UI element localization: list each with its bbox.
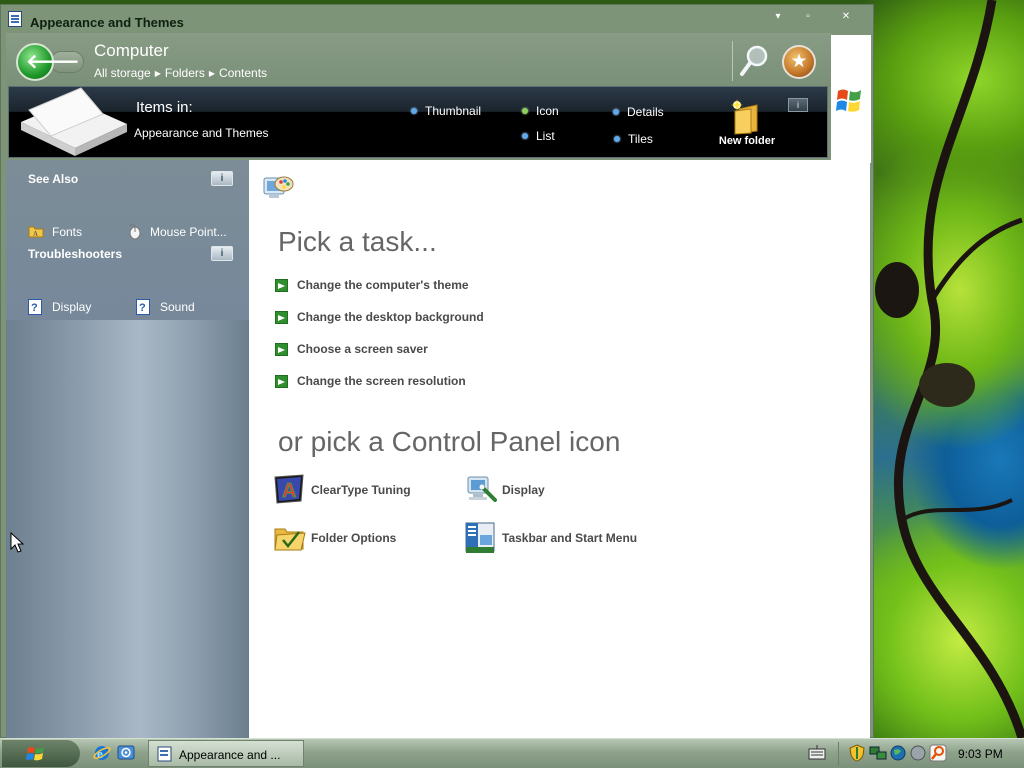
open-box-icon (21, 87, 127, 156)
pick-task-heading: Pick a task... (278, 226, 437, 257)
task-label: Change the computer's theme (297, 278, 469, 292)
content-area: Pick a task... Change the computer's the… (249, 160, 870, 738)
new-folder-icon (731, 99, 758, 135)
search-button[interactable] (738, 43, 770, 79)
breadcrumb-separator-icon: ▶ (154, 69, 161, 78)
windows-flag-icon (26, 747, 44, 761)
breadcrumb: All storage ▶ Folders ▶ Contents (94, 66, 267, 80)
explorer-window: Appearance and Themes ▾ ▫ ✕ 🡐 Computer A… (0, 4, 874, 740)
green-arrow-icon (275, 343, 288, 356)
title-bar[interactable]: Appearance and Themes ▾ ▫ ✕ (1, 5, 873, 35)
green-arrow-icon (275, 279, 288, 292)
see-also-heading: See Also (28, 172, 79, 186)
view-toolbar: Items in: Appearance and Themes Thumbnai… (8, 86, 828, 158)
troubleshooters-heading: Troubleshooters (28, 247, 123, 261)
sidebar-item-label: Display (52, 300, 92, 314)
taskbar-button-appearance[interactable]: Appearance and ... (148, 740, 304, 767)
magnifier-icon (740, 45, 768, 76)
cpl-label: Folder Options (311, 531, 397, 545)
sidebar-item-label: Fonts (52, 225, 83, 239)
breadcrumb-contents[interactable]: Contents (219, 66, 267, 80)
appearance-themes-icon (263, 176, 294, 198)
search-tray-icon[interactable] (929, 744, 947, 762)
wallpaper-branch (875, 0, 1024, 738)
back-arrow-icon: 🡐 (26, 51, 80, 73)
folder-options-icon (274, 528, 306, 551)
green-arrow-icon (275, 375, 288, 388)
fonts-folder-icon: A (28, 226, 44, 238)
keyboard-icon[interactable] (808, 745, 826, 761)
network-icon[interactable] (869, 744, 887, 762)
internet-explorer-icon[interactable]: e (93, 744, 111, 762)
taskbar-icon (465, 522, 495, 553)
pick-icon-heading: or pick a Control Panel icon (278, 426, 621, 457)
system-status-icon[interactable] (909, 744, 927, 762)
display-icon (467, 476, 497, 502)
security-shield-icon[interactable] (848, 744, 866, 762)
cpl-label: Display (502, 483, 545, 497)
svg-text:?: ? (31, 302, 38, 314)
cpl-label: Taskbar and Start Menu (502, 531, 638, 545)
window-title: Appearance and Themes (30, 15, 184, 30)
view-icon-option[interactable]: Icon (522, 104, 559, 118)
new-folder-button[interactable]: New folder (709, 97, 785, 151)
sidebar-item-label: Sound (160, 300, 195, 314)
globe-icon[interactable] (889, 744, 907, 762)
breadcrumb-all-storage[interactable]: All storage (94, 66, 151, 80)
sidebar-item-label: Mouse Point... (150, 225, 227, 239)
task-pane: See Also i A Fonts Mouse Point... Troubl… (6, 160, 249, 740)
clock: 9:03 PM (958, 747, 1003, 761)
see-also-info-button[interactable]: i (211, 171, 233, 186)
cleartype-icon: A (274, 474, 304, 504)
control-panel-icon (157, 746, 172, 762)
taskbar-button-label: Appearance and ... (179, 748, 281, 762)
toolbar-info-button[interactable]: i (788, 98, 808, 112)
location-title: Computer (94, 41, 169, 60)
back-button[interactable]: 🡐 (16, 43, 80, 81)
control-panel-icon (8, 11, 22, 27)
tray-divider (838, 742, 839, 766)
task-label: Change the screen resolution (297, 374, 466, 388)
task-label: Change the desktop background (297, 310, 484, 324)
divider (732, 41, 733, 81)
taskbar: e Appearance and ... 9:03 PM (0, 738, 1024, 768)
troubleshooters-info-button[interactable]: i (211, 246, 233, 261)
svg-text:A: A (33, 230, 38, 238)
breadcrumb-separator-icon: ▶ (208, 69, 216, 78)
navigation-bar: 🡐 Computer All storage ▶ Folders ▶ Contents … (6, 33, 832, 88)
windows-logo-icon (836, 89, 861, 112)
mouse-icon (129, 224, 141, 240)
close-button[interactable]: ✕ (839, 11, 853, 23)
svg-text:?: ? (139, 302, 146, 314)
help-icon: ? (28, 299, 42, 315)
mouse-cursor-icon (10, 532, 24, 553)
view-tiles-option[interactable]: Tiles (614, 132, 653, 146)
show-desktop-icon[interactable] (117, 744, 135, 762)
help-icon: ? (136, 299, 150, 315)
svg-text:A: A (282, 480, 296, 502)
view-list-option[interactable]: List (522, 129, 555, 143)
view-thumbnail-option[interactable]: Thumbnail (411, 104, 481, 118)
restore-button[interactable]: ▫ (801, 11, 815, 23)
task-label: Choose a screen saver (297, 342, 428, 356)
favorites-star-icon[interactable]: ★ (782, 45, 816, 79)
cpl-label: ClearType Tuning (311, 483, 411, 497)
view-details-option[interactable]: Details (613, 105, 664, 119)
start-button[interactable] (2, 740, 80, 767)
items-in-label: Items in: (136, 99, 193, 116)
breadcrumb-folders[interactable]: Folders (165, 66, 205, 80)
green-arrow-icon (275, 311, 288, 324)
new-folder-label: New folder (718, 135, 776, 147)
items-in-value: Appearance and Themes (134, 126, 269, 140)
minimize-button[interactable]: ▾ (771, 11, 785, 23)
